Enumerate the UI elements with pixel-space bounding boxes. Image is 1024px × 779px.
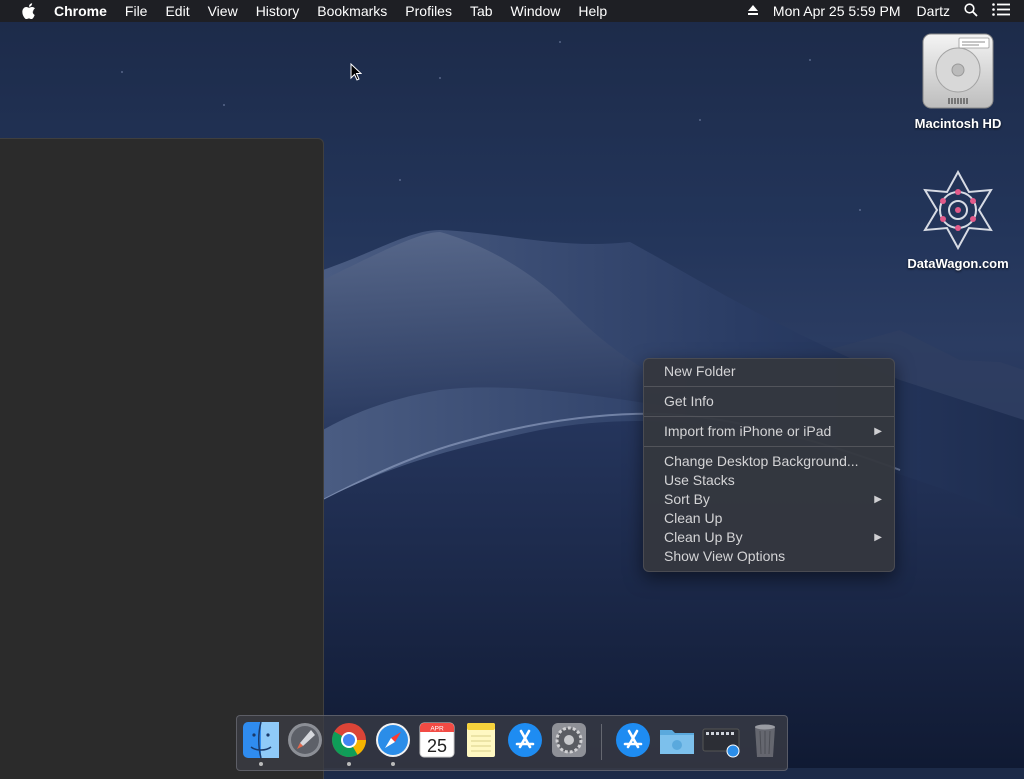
menu-edit[interactable]: Edit [165, 3, 189, 19]
menu-item-label: Clean Up By [664, 529, 743, 545]
apple-icon[interactable] [20, 0, 38, 22]
app-store-icon[interactable] [506, 721, 544, 759]
menu-bookmarks[interactable]: Bookmarks [317, 3, 387, 19]
menu-help[interactable]: Help [578, 3, 607, 19]
context-menu-clean-up[interactable]: Clean Up [644, 509, 894, 528]
notes-icon[interactable] [462, 721, 500, 759]
submenu-arrow-icon: ▶ [874, 532, 882, 543]
menu-tab[interactable]: Tab [470, 3, 493, 19]
context-menu-show-view-options[interactable]: Show View Options [644, 547, 894, 566]
menu-item-label: Sort By [664, 491, 710, 507]
menu-bar-user[interactable]: Dartz [917, 3, 950, 19]
list-icon[interactable] [992, 3, 1010, 19]
screenshot-app-icon[interactable] [702, 721, 740, 759]
chrome-icon[interactable] [330, 721, 368, 759]
dock: APR 25 [236, 715, 788, 771]
calendar-month: APR [430, 726, 444, 733]
app-menu-chrome[interactable]: Chrome [54, 3, 107, 19]
submenu-arrow-icon: ▶ [874, 426, 882, 437]
context-menu-import-from-iphone[interactable]: Import from iPhone or iPad ▶ [644, 422, 894, 441]
running-indicator [391, 762, 395, 766]
menu-item-label: Clean Up [664, 510, 723, 526]
menu-separator [644, 416, 894, 417]
finder-icon[interactable] [242, 721, 280, 759]
menu-bar-status-area: Mon Apr 25 5:59 PM Dartz [747, 0, 1024, 22]
desktop-icon-datawagon[interactable]: DataWagon.com [903, 169, 1013, 271]
app-store-download-icon[interactable] [614, 721, 652, 759]
context-menu-change-desktop-background[interactable]: Change Desktop Background... [644, 452, 894, 471]
search-icon[interactable] [964, 2, 978, 20]
mouse-cursor-icon [350, 62, 363, 86]
menu-bar-clock[interactable]: Mon Apr 25 5:59 PM [773, 3, 901, 19]
menu-file[interactable]: File [125, 3, 148, 19]
menu-bar: Chrome File Edit View History Bookmarks … [0, 0, 1024, 22]
menu-item-label: Import from iPhone or iPad [664, 423, 832, 439]
submenu-arrow-icon: ▶ [874, 494, 882, 505]
menu-window[interactable]: Window [511, 3, 561, 19]
menu-separator [644, 386, 894, 387]
context-menu-sort-by[interactable]: Sort By ▶ [644, 490, 894, 509]
dock-divider [601, 724, 602, 760]
context-menu-get-info[interactable]: Get Info [644, 392, 894, 411]
running-indicator [347, 762, 351, 766]
desktop-icon-label: Macintosh HD [914, 116, 1002, 131]
running-indicator [259, 762, 263, 766]
context-menu-clean-up-by[interactable]: Clean Up By ▶ [644, 528, 894, 547]
safari-icon[interactable] [374, 721, 412, 759]
calendar-day: 25 [427, 736, 447, 756]
menu-item-label: New Folder [664, 363, 736, 379]
menu-profiles[interactable]: Profiles [405, 3, 452, 19]
downloads-folder-icon[interactable] [658, 721, 696, 759]
menu-separator [644, 446, 894, 447]
desktop-icon-macintosh-hd[interactable]: Macintosh HD [903, 32, 1013, 131]
menu-view[interactable]: View [208, 3, 238, 19]
menu-item-label: Show View Options [664, 548, 786, 564]
desktop-context-menu: New Folder Get Info Import from iPhone o… [643, 358, 895, 572]
calendar-icon[interactable]: APR 25 [418, 721, 456, 759]
menu-history[interactable]: History [256, 3, 300, 19]
datawagon-logo-icon [917, 169, 999, 251]
hard-drive-icon [921, 32, 995, 110]
desktop-icon-label: DataWagon.com [907, 256, 1009, 271]
context-menu-use-stacks[interactable]: Use Stacks [644, 471, 894, 490]
system-preferences-icon[interactable] [550, 721, 588, 759]
app-window[interactable] [0, 138, 324, 779]
menu-item-label: Get Info [664, 393, 714, 409]
menu-item-label: Change Desktop Background... [664, 453, 859, 469]
launchpad-icon[interactable] [286, 721, 324, 759]
menu-item-label: Use Stacks [664, 472, 735, 488]
eject-icon[interactable] [747, 3, 759, 19]
context-menu-new-folder[interactable]: New Folder [644, 362, 894, 381]
trash-icon[interactable] [746, 721, 784, 759]
